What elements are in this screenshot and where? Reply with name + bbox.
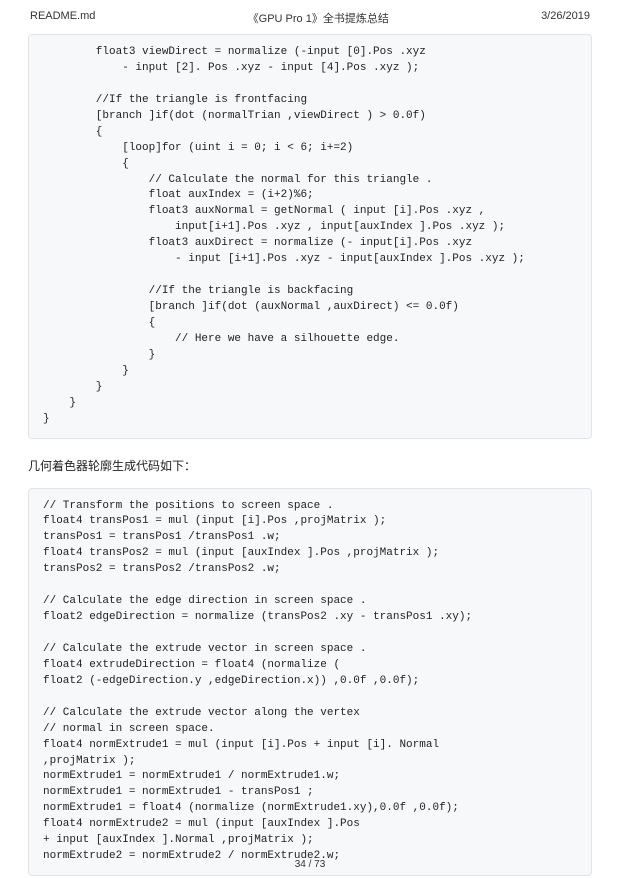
code-block-1: float3 viewDirect = normalize (-input [0… bbox=[28, 34, 592, 439]
page-number: 34 / 73 bbox=[295, 859, 326, 870]
filename-label: README.md bbox=[30, 10, 95, 22]
content-area: float3 viewDirect = normalize (-input [0… bbox=[0, 34, 620, 876]
page-footer: 34 / 73 bbox=[0, 859, 620, 870]
page-header: README.md 《GPU Pro 1》全书提炼总结 3/26/2019 bbox=[0, 0, 620, 34]
date-label: 3/26/2019 bbox=[541, 10, 590, 22]
document-title: 《GPU Pro 1》全书提炼总结 bbox=[248, 10, 389, 26]
code-block-2: // Transform the positions to screen spa… bbox=[28, 488, 592, 877]
prose-text-1: 几何着色器轮廓生成代码如下： bbox=[28, 457, 592, 474]
